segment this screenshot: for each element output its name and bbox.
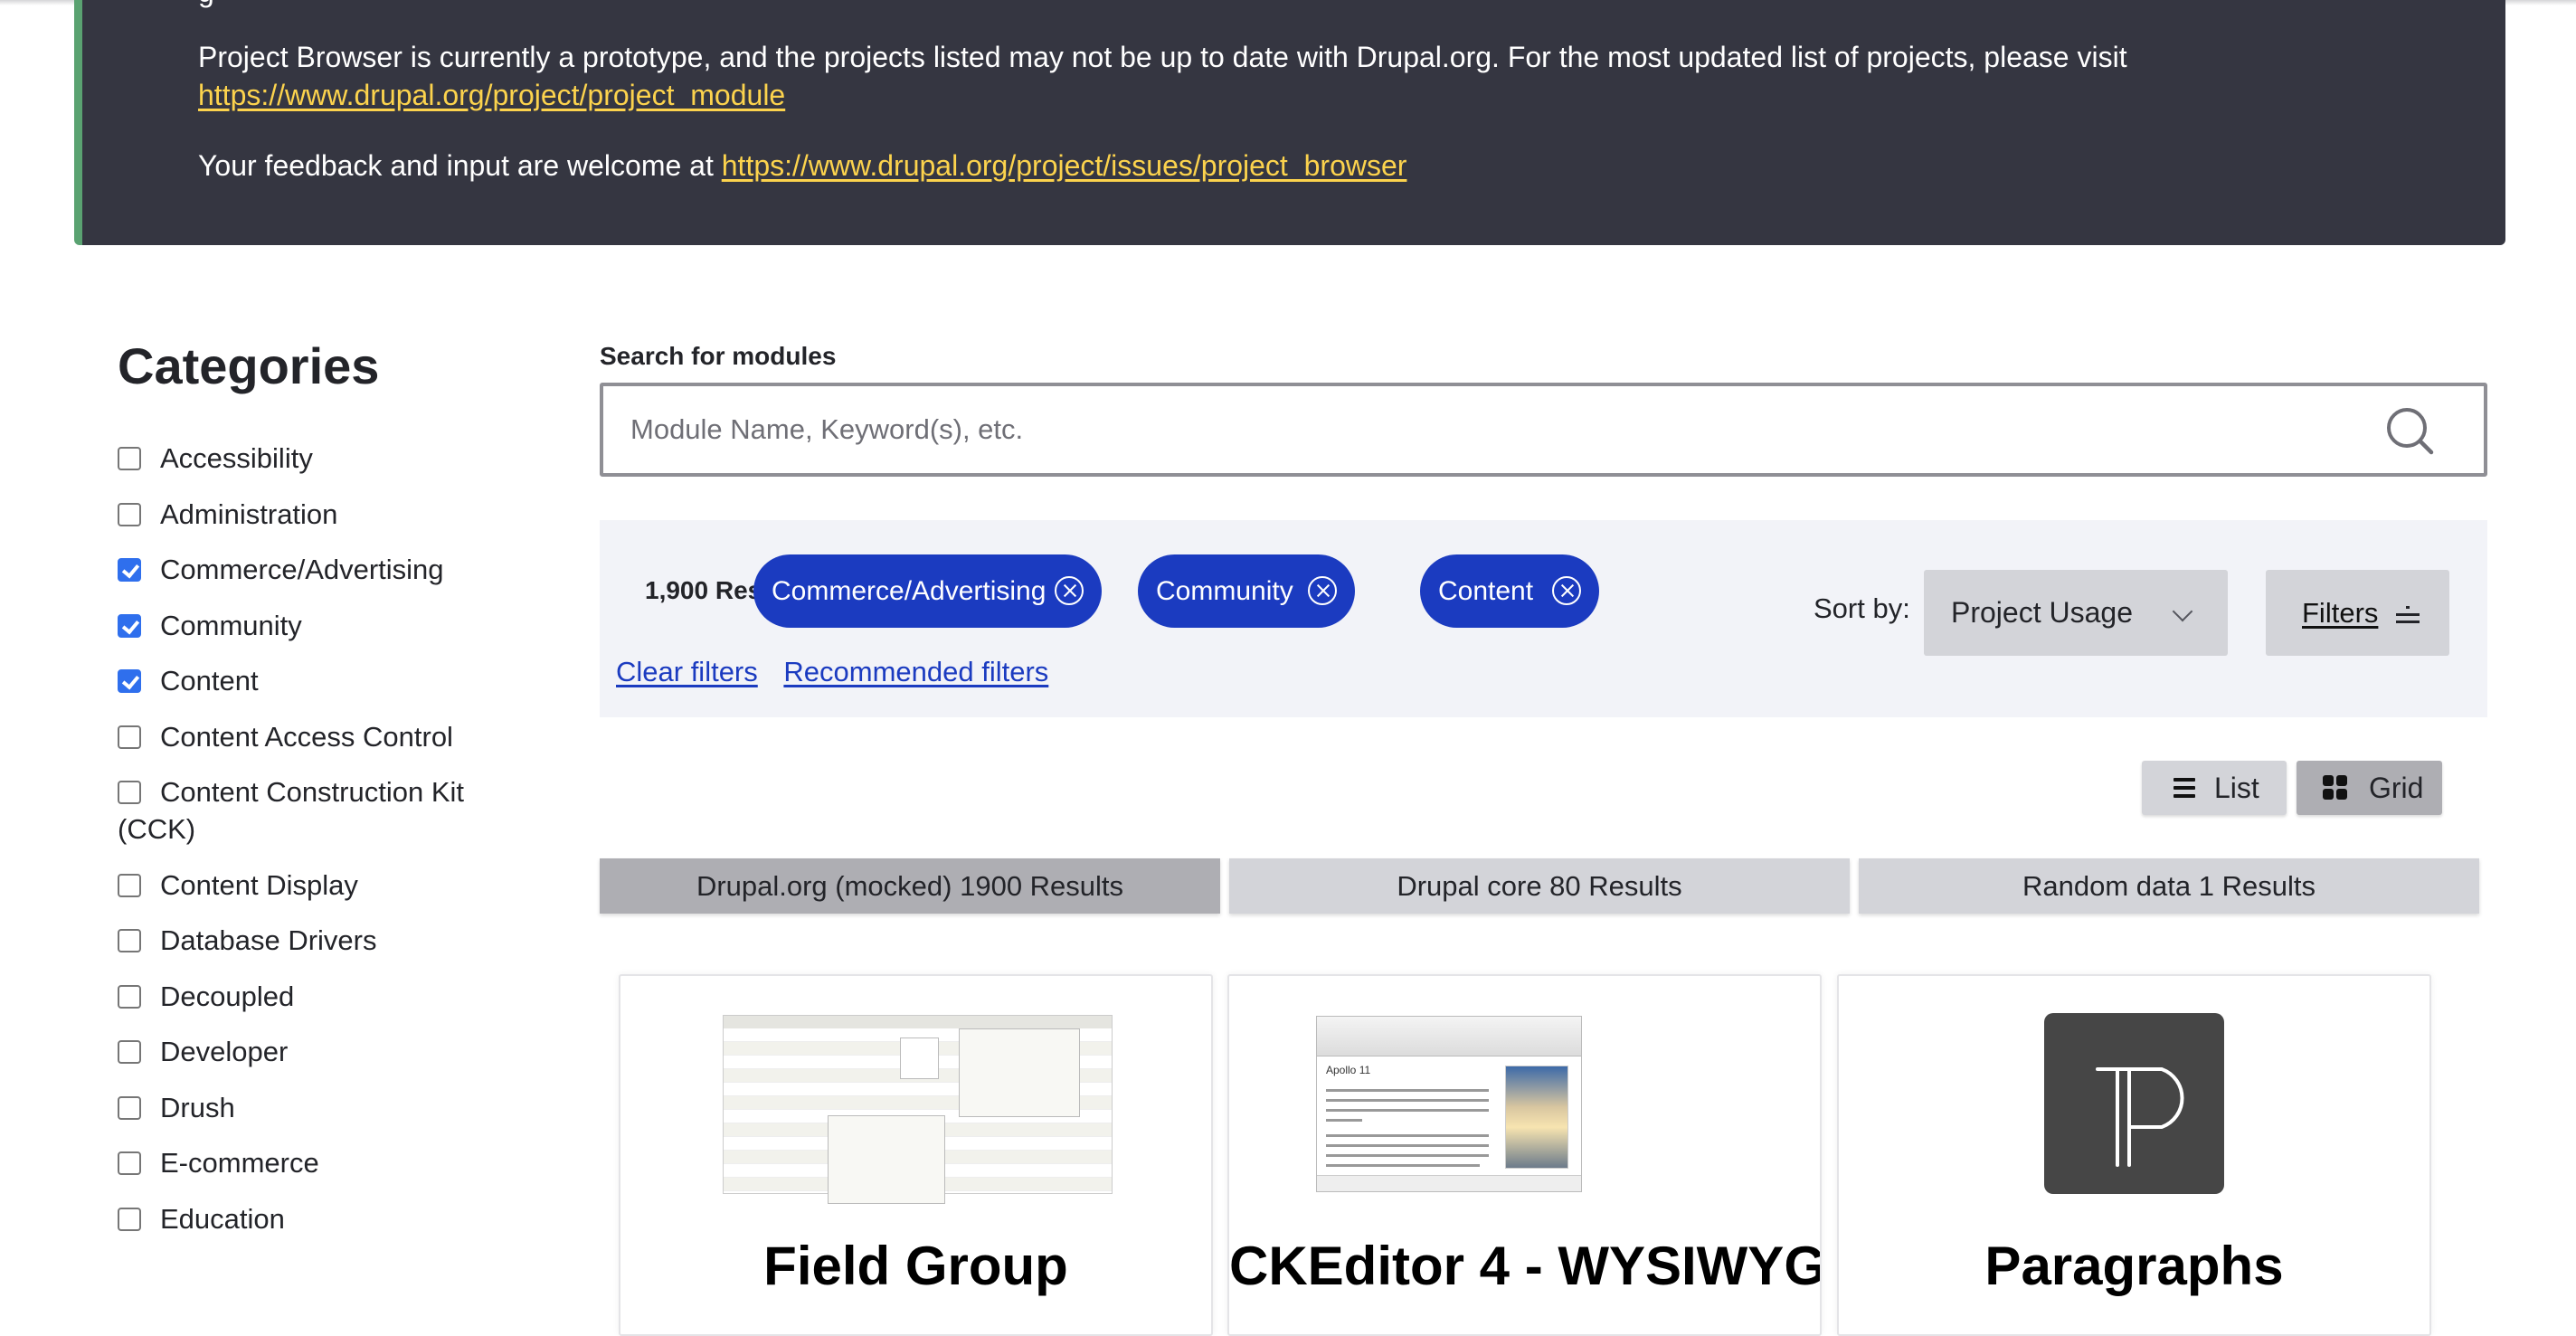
project-card[interactable]: Field Group — [619, 974, 1213, 1336]
category-community[interactable]: Community — [118, 607, 534, 644]
categories-heading: Categories — [118, 337, 380, 394]
search-input[interactable] — [629, 386, 2347, 473]
checkbox[interactable] — [118, 1207, 141, 1231]
category-label: Decoupled — [160, 980, 295, 1012]
banner-line-2-text: Your feedback and input are welcome at — [198, 149, 714, 182]
sort-selected-value: Project Usage — [1951, 596, 2133, 629]
category-label: Developer — [160, 1036, 289, 1067]
clear-filters-link[interactable]: Clear filters — [616, 656, 758, 687]
list-icon — [2174, 778, 2195, 798]
category-label: Content — [160, 665, 259, 696]
grid-icon — [2323, 775, 2348, 801]
checkbox[interactable] — [118, 447, 141, 470]
prototype-notice-banner: g Project Browser is currently a prototy… — [74, 0, 2505, 245]
source-tab-drupal-core[interactable]: Drupal core 80 Results — [1229, 858, 1850, 914]
filter-pill-label: Content — [1438, 576, 1534, 606]
checkbox[interactable] — [118, 984, 141, 1009]
banner-cut-text: g — [198, 0, 214, 11]
category-label: Community — [160, 609, 302, 641]
source-tab-drupal-org[interactable]: Drupal.org (mocked) 1900 Results — [600, 858, 1220, 914]
category-accessibility[interactable]: Accessibility — [118, 440, 534, 477]
category-e-commerce[interactable]: E-commerce — [118, 1144, 534, 1181]
grid-view-label: Grid — [2369, 772, 2424, 804]
filters-toggle-icon — [2396, 604, 2420, 624]
category-label: Content Display — [160, 868, 358, 901]
filter-pill-label: Community — [1156, 576, 1293, 606]
checkbox[interactable] — [118, 929, 141, 952]
active-filter-pill[interactable]: Community — [1138, 554, 1355, 628]
category-content-display[interactable]: Content Display — [118, 867, 534, 904]
checkbox[interactable] — [118, 1095, 141, 1120]
category-commerce-advertising[interactable]: Commerce/Advertising — [118, 551, 534, 588]
category-developer[interactable]: Developer — [118, 1033, 534, 1070]
remove-filter-icon[interactable] — [1055, 576, 1084, 605]
project-title[interactable]: Paragraphs — [1839, 1235, 2429, 1297]
field-group-screenshot — [723, 1015, 1113, 1204]
checkbox-checked[interactable] — [118, 558, 141, 582]
search-icon[interactable] — [2385, 406, 2436, 457]
checkbox-checked[interactable] — [118, 669, 141, 693]
remove-filter-icon[interactable] — [1308, 576, 1337, 605]
remove-filter-icon[interactable] — [1552, 576, 1581, 605]
project-title[interactable]: CKEditor 4 - WYSIWYG HTML editor — [1229, 1235, 1820, 1297]
screenshot-heading: Apollo 11 — [1326, 1064, 1371, 1076]
category-label: Content Construction Kit (CCK) — [118, 776, 465, 845]
filters-button-label: Filters — [2302, 597, 2379, 629]
category-cck[interactable]: Content Construction Kit (CCK) — [118, 773, 534, 848]
active-filter-pill[interactable]: Commerce/Advertising — [753, 554, 1102, 628]
category-database-drivers[interactable]: Database Drivers — [118, 922, 534, 959]
category-administration[interactable]: Administration — [118, 496, 534, 533]
project-title[interactable]: Field Group — [620, 1235, 1211, 1297]
category-label: Commerce/Advertising — [160, 554, 444, 585]
checkbox[interactable] — [118, 725, 141, 749]
grid-view-button[interactable]: Grid — [2297, 761, 2442, 815]
search-field[interactable] — [600, 383, 2487, 477]
categories-list: Accessibility Administration Commerce/Ad… — [118, 440, 534, 1255]
checkbox[interactable] — [118, 1040, 141, 1064]
checkbox-checked[interactable] — [118, 613, 141, 638]
feedback-issues-link[interactable]: https://www.drupal.org/project/issues/pr… — [722, 149, 1407, 182]
category-label: Accessibility — [160, 442, 313, 474]
category-content-access-control[interactable]: Content Access Control — [118, 718, 534, 755]
active-filter-pill[interactable]: Content — [1420, 554, 1599, 628]
checkbox[interactable] — [118, 873, 141, 897]
checkbox[interactable] — [118, 781, 141, 804]
sort-select[interactable]: Project Usage — [1924, 570, 2228, 656]
banner-line-2: Your feedback and input are welcome at h… — [198, 147, 2459, 185]
category-label: Database Drivers — [160, 924, 377, 956]
checkbox[interactable] — [118, 1151, 141, 1175]
category-label: Administration — [160, 497, 338, 530]
filter-links: Clear filters Recommended filters — [616, 656, 1066, 688]
banner-line-1-text: Project Browser is currently a prototype… — [198, 41, 2127, 73]
project-card[interactable]: Apollo 11 CKEditor 4 - WYSIWYG HTML edit… — [1227, 974, 1822, 1336]
filter-pill-label: Commerce/Advertising — [772, 576, 1046, 606]
category-label: E-commerce — [160, 1147, 319, 1179]
category-education[interactable]: Education — [118, 1200, 534, 1237]
project-module-link[interactable]: https://www.drupal.org/project/project_m… — [198, 79, 785, 111]
search-label: Search for modules — [600, 342, 837, 370]
category-label: Education — [160, 1202, 285, 1235]
project-card[interactable]: Paragraphs — [1837, 974, 2431, 1336]
banner-line-1: Project Browser is currently a prototype… — [198, 38, 2459, 114]
category-drush[interactable]: Drush — [118, 1089, 534, 1126]
paragraphs-logo — [2044, 1013, 2224, 1194]
source-tab-random-data[interactable]: Random data 1 Results — [1859, 858, 2479, 914]
recommended-filters-link[interactable]: Recommended filters — [783, 656, 1048, 687]
filters-button[interactable]: Filters — [2266, 570, 2449, 656]
checkbox[interactable] — [118, 502, 141, 526]
category-label: Drush — [160, 1091, 235, 1123]
list-view-label: List — [2214, 772, 2259, 804]
list-view-button[interactable]: List — [2142, 761, 2287, 815]
category-label: Content Access Control — [160, 720, 453, 753]
category-decoupled[interactable]: Decoupled — [118, 978, 534, 1015]
ckeditor-screenshot: Apollo 11 — [1316, 1016, 1582, 1192]
category-content[interactable]: Content — [118, 662, 534, 699]
chevron-down-icon — [2172, 601, 2193, 622]
sort-label: Sort by: — [1814, 592, 1910, 624]
filter-panel: 1,900 Results Commerce/Advertising Commu… — [600, 520, 2487, 717]
